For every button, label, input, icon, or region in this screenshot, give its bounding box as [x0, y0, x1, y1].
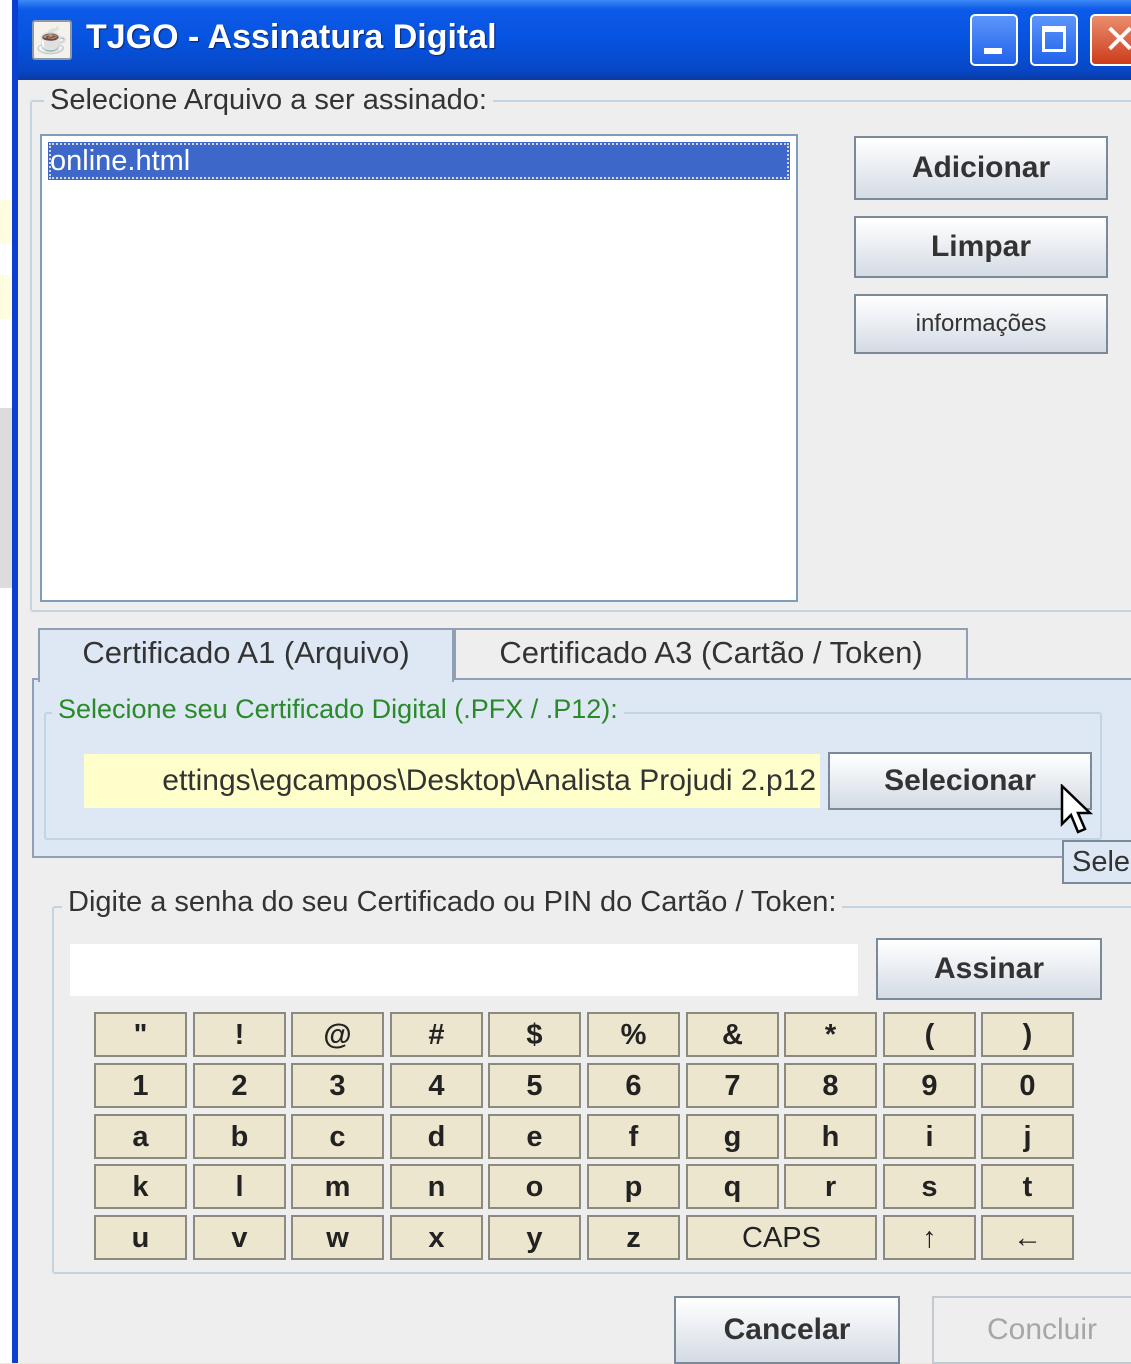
keypad-key[interactable]: w	[291, 1215, 384, 1260]
tab-certificate-a1[interactable]: Certificado A1 (Arquivo)	[38, 628, 454, 682]
keypad-key[interactable]: *	[784, 1012, 877, 1057]
keypad-key[interactable]: "	[94, 1012, 187, 1057]
keypad-key[interactable]: k	[94, 1164, 187, 1209]
clear-button[interactable]: Limpar	[854, 216, 1108, 278]
title-bar[interactable]: ☕ TJGO - Assinatura Digital ✕	[18, 0, 1131, 80]
keypad-key[interactable]: 9	[883, 1063, 976, 1108]
keypad-key[interactable]: q	[686, 1164, 779, 1209]
tab-certificate-a3[interactable]: Certificado A3 (Cartão / Token)	[454, 628, 968, 680]
keypad-key[interactable]: 1	[94, 1063, 187, 1108]
close-icon: ✕	[1103, 17, 1131, 63]
keypad-key[interactable]: o	[488, 1164, 581, 1209]
keypad-key[interactable]: z	[587, 1215, 680, 1260]
info-button[interactable]: informações	[854, 294, 1108, 354]
minimize-icon	[984, 48, 1002, 54]
keypad-key[interactable]: i	[883, 1114, 976, 1159]
keypad-key[interactable]: g	[686, 1114, 779, 1159]
close-button[interactable]: ✕	[1090, 14, 1131, 66]
keypad-key[interactable]: c	[291, 1114, 384, 1159]
keypad-key[interactable]: u	[94, 1215, 187, 1260]
keypad-key[interactable]: f	[587, 1114, 680, 1159]
keypad-key[interactable]: )	[981, 1012, 1074, 1057]
keypad-key[interactable]: d	[390, 1114, 483, 1159]
keypad-key[interactable]: b	[193, 1114, 286, 1159]
keypad-key[interactable]: 0	[981, 1063, 1074, 1108]
window-title: TJGO - Assinatura Digital	[86, 18, 497, 56]
mouse-cursor-icon	[1060, 784, 1094, 834]
select-certificate-button[interactable]: Selecionar	[828, 752, 1092, 810]
keypad-key[interactable]: 3	[291, 1063, 384, 1108]
keypad-key[interactable]: l	[193, 1164, 286, 1209]
certificate-legend: Selecione seu Certificado Digital (.PFX …	[52, 694, 624, 725]
keypad-key[interactable]: @	[291, 1012, 384, 1057]
keypad-key[interactable]: p	[587, 1164, 680, 1209]
keypad-key[interactable]: 5	[488, 1063, 581, 1108]
keypad-key[interactable]: (	[883, 1012, 976, 1057]
finish-button[interactable]: Concluir	[932, 1296, 1131, 1364]
keypad-key[interactable]: 2	[193, 1063, 286, 1108]
keypad-key[interactable]: t	[981, 1164, 1074, 1209]
keypad-key[interactable]: !	[193, 1012, 286, 1057]
keypad-key[interactable]: a	[94, 1114, 187, 1159]
keypad-key[interactable]: #	[390, 1012, 483, 1057]
keypad-key[interactable]: s	[883, 1164, 976, 1209]
keypad-key[interactable]: y	[488, 1215, 581, 1260]
backspace-key[interactable]: ←	[981, 1215, 1074, 1260]
java-icon: ☕	[32, 20, 72, 60]
certificate-path-field[interactable]: ettings\egcampos\Desktop\Analista Projud…	[84, 754, 820, 808]
add-button[interactable]: Adicionar	[854, 136, 1108, 200]
keypad-key[interactable]: h	[784, 1114, 877, 1159]
file-group-legend: Selecione Arquivo a ser assinado:	[44, 84, 493, 117]
minimize-button[interactable]	[970, 14, 1018, 66]
file-list-item[interactable]: online.html	[48, 142, 790, 180]
keypad-key[interactable]: 8	[784, 1063, 877, 1108]
keypad-key[interactable]: 4	[390, 1063, 483, 1108]
password-legend: Digite a senha do seu Certificado ou PIN…	[62, 886, 843, 919]
keypad-key[interactable]: r	[784, 1164, 877, 1209]
select-button-tooltip: Selec	[1062, 840, 1131, 884]
keypad-key[interactable]: e	[488, 1114, 581, 1159]
password-input[interactable]	[70, 944, 858, 996]
maximize-button[interactable]	[1030, 14, 1078, 66]
file-list[interactable]: online.html	[40, 134, 798, 602]
caps-key[interactable]: CAPS	[686, 1215, 877, 1260]
keypad-key[interactable]: %	[587, 1012, 680, 1057]
keypad-key[interactable]: x	[390, 1215, 483, 1260]
keypad-key[interactable]: &	[686, 1012, 779, 1057]
keypad-key[interactable]: 6	[587, 1063, 680, 1108]
keypad-key[interactable]: j	[981, 1114, 1074, 1159]
keypad-key[interactable]: m	[291, 1164, 384, 1209]
keypad-key[interactable]: v	[193, 1215, 286, 1260]
sign-button[interactable]: Assinar	[876, 938, 1102, 1000]
maximize-icon	[1042, 26, 1066, 52]
keypad-key[interactable]: n	[390, 1164, 483, 1209]
shift-key[interactable]: ↑	[883, 1215, 976, 1260]
cancel-button[interactable]: Cancelar	[674, 1296, 900, 1364]
keypad-key[interactable]: $	[488, 1012, 581, 1057]
signature-dialog: ☕ TJGO - Assinatura Digital ✕ Selecione …	[12, 0, 1131, 1364]
keypad-key[interactable]: 7	[686, 1063, 779, 1108]
